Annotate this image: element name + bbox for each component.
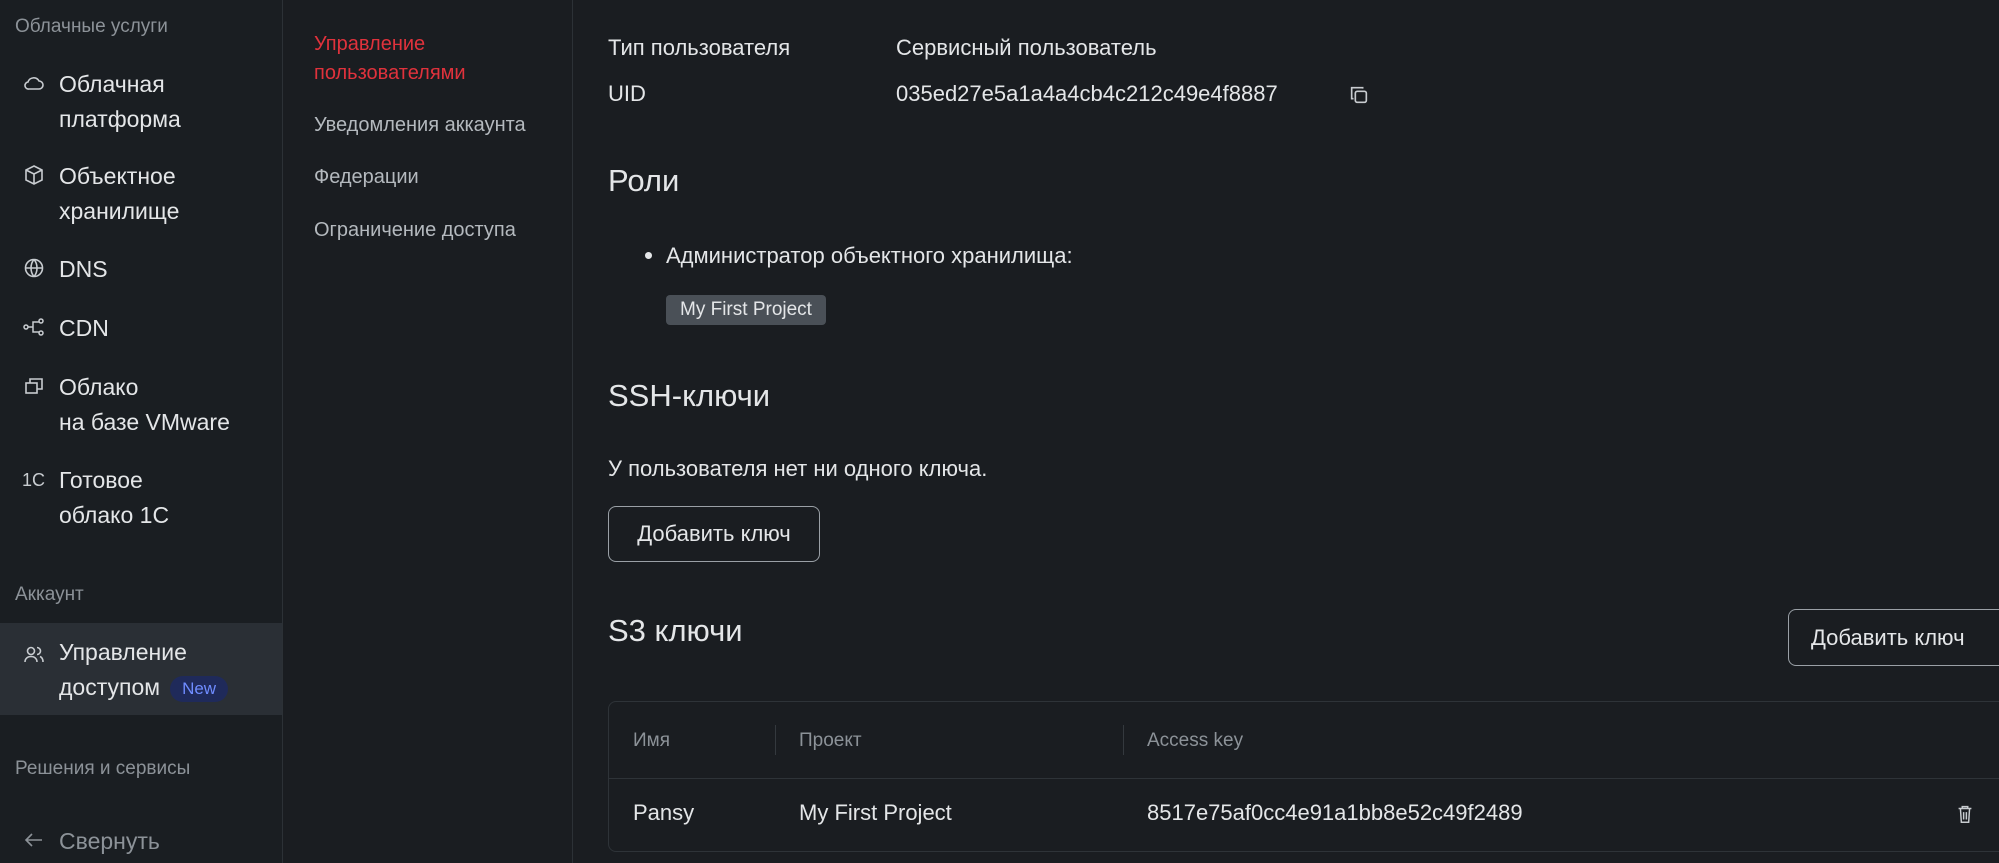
cell-project: My First Project xyxy=(799,800,952,825)
sub-navigation: Управление пользователями Уведомления ак… xyxy=(283,0,573,863)
sidebar-item-object-storage[interactable]: Объектное хранилище xyxy=(0,159,282,231)
column-header-access-key: Access key xyxy=(1147,730,1244,751)
bullet xyxy=(645,252,652,259)
sidebar: Облачные услуги Облачная платформа Объек… xyxy=(0,0,283,863)
sidebar-item-label: доступом xyxy=(59,674,161,700)
sidebar-item-label: Управление xyxy=(59,639,187,665)
collapse-label: Свернуть xyxy=(59,828,160,854)
group-label: Решения и сервисы xyxy=(15,758,191,779)
sidebar-item-label: CDN xyxy=(59,315,109,341)
sidebar-item-vmware[interactable]: Облако на базе VMware xyxy=(0,370,282,442)
sidebar-item-label: Готовое облако 1С xyxy=(59,467,170,528)
role-name: Администратор объектного хранилища: xyxy=(666,243,1073,268)
s3-keys-heading: S3 ключи xyxy=(608,613,743,648)
subnav-item-access-restriction[interactable]: Ограничение доступа xyxy=(314,216,516,245)
users-icon xyxy=(24,646,44,663)
column-header-name: Имя xyxy=(633,730,671,751)
subnav-item-user-management[interactable]: Управление пользователями xyxy=(314,30,466,88)
column-divider xyxy=(775,725,776,755)
subnav-item-account-notifications[interactable]: Уведомления аккаунта xyxy=(314,111,526,140)
cell-name: Pansy xyxy=(633,800,695,825)
sidebar-item-label: DNS xyxy=(59,256,108,282)
cell-access-key: 8517e75af0cc4e91a1bb8e52c49f2489 xyxy=(1147,800,1523,825)
roles-heading: Роли xyxy=(608,163,680,198)
network-icon xyxy=(23,318,44,336)
stack-icon xyxy=(25,378,43,394)
copy-icon[interactable] xyxy=(1348,84,1370,106)
sidebar-item-label: Облако на базе VMware xyxy=(59,374,230,435)
uid-value: 035ed27e5a1a4a4cb4c212c49e4f8887 xyxy=(896,81,1278,106)
1c-icon: 1С xyxy=(22,470,46,490)
add-ssh-key-button[interactable]: Добавить ключ xyxy=(608,506,820,562)
group-label: Облачные услуги xyxy=(15,16,168,37)
s3-keys-table: Имя Проект Access key Pansy My First Pro… xyxy=(608,701,1999,852)
sidebar-item-1c[interactable]: 1С Готовое облако 1С xyxy=(0,463,282,535)
sidebar-item-label: Объектное хранилище xyxy=(59,163,180,224)
trash-icon[interactable] xyxy=(1954,802,1976,826)
sidebar-item-label: Облачная платформа xyxy=(59,71,181,132)
cloud-icon xyxy=(24,77,44,90)
arrow-left-icon xyxy=(24,833,42,847)
user-type-label: Тип пользователя xyxy=(608,35,791,60)
new-badge: New xyxy=(170,675,229,702)
add-s3-key-button[interactable]: Добавить ключ xyxy=(1788,609,1999,666)
ssh-empty-message: У пользователя нет ни одного ключа. xyxy=(608,456,988,481)
subnav-item-federations[interactable]: Федерации xyxy=(314,163,419,192)
group-label: Аккаунт xyxy=(15,584,84,605)
user-type-value: Сервисный пользователь xyxy=(896,35,1157,60)
cube-icon xyxy=(25,165,43,185)
sidebar-item-access-management[interactable]: Управление доступом New xyxy=(0,623,282,715)
sidebar-item-cloud-platform[interactable]: Облачная платформа xyxy=(0,67,282,139)
column-header-project: Проект xyxy=(799,730,862,751)
project-chip: My First Project xyxy=(666,295,826,325)
ssh-keys-heading: SSH-ключи xyxy=(608,378,771,413)
uid-label: UID xyxy=(608,81,646,106)
column-divider xyxy=(1123,725,1124,755)
globe-icon xyxy=(24,258,44,278)
row-divider xyxy=(609,778,1999,779)
